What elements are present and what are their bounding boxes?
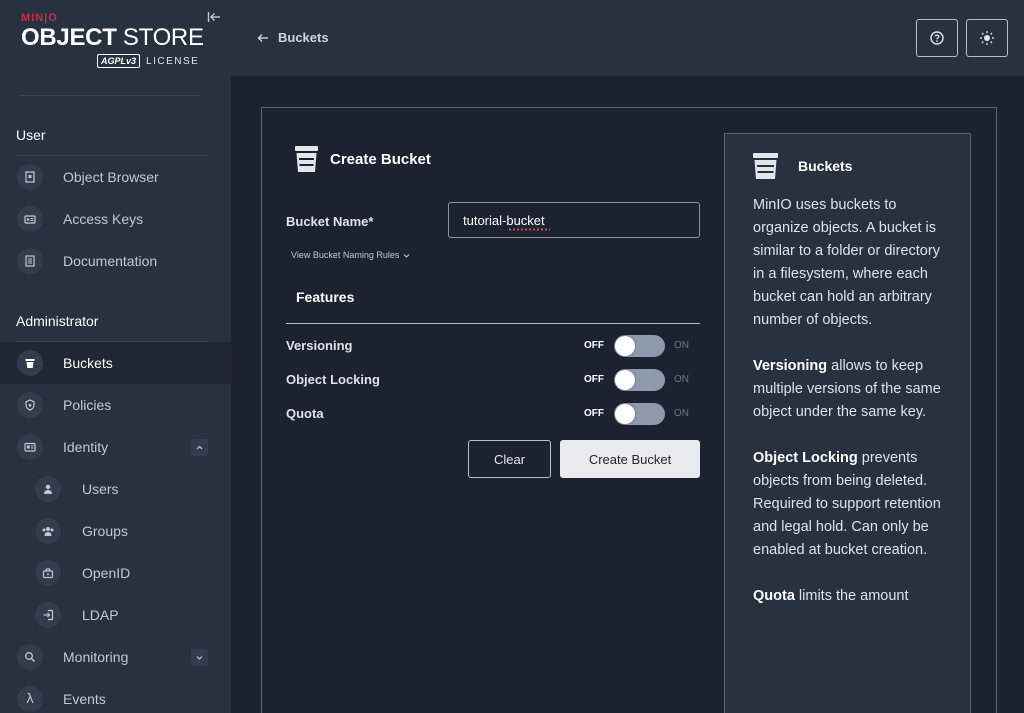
theme-toggle-button[interactable] [966,19,1008,57]
sidebar-item-ldap[interactable]: LDAP [0,594,231,636]
toggle-knob [615,370,635,390]
arrow-left-icon [257,33,268,42]
sidebar-item-label: Access Keys [63,211,144,227]
features-title: Features [296,289,355,305]
sidebar-item-buckets[interactable]: Buckets [0,342,231,384]
sidebar-item-object-browser[interactable]: Object Browser [0,156,231,198]
bucket-name-label: Bucket Name* [286,214,374,229]
sidebar-item-events[interactable]: λ Events [0,678,231,713]
section-user-title: User [16,127,46,143]
sidebar: MIN|O OBJECT STORE AGPLv3 LICENSE User O… [0,0,231,713]
section-admin-title: Administrator [16,313,99,329]
bucket-icon [753,153,778,179]
sidebar-item-openid[interactable]: OpenID [0,552,231,594]
create-bucket-button[interactable]: Create Bucket [560,440,700,478]
features-divider [286,323,700,324]
sidebar-item-access-keys[interactable]: Access Keys [0,198,231,240]
object-locking-label: Object Locking [286,372,380,387]
sidebar-item-label: Groups [82,523,128,539]
sidebar-item-groups[interactable]: Groups [0,510,231,552]
bucket-naming-rules-link[interactable]: View Bucket Naming Rules [291,250,410,260]
quota-row: Quota OFF ON [286,402,700,426]
sun-icon [980,31,994,45]
magnifier-icon [17,644,43,670]
sidebar-item-label: Users [82,481,119,497]
document-icon [17,248,43,274]
help-paragraph: Versioning allows to keep multiple versi… [753,358,941,420]
sidebar-item-label: LDAP [82,607,119,623]
sidebar-item-label: Buckets [63,355,113,371]
shield-icon [17,392,43,418]
back-to-buckets-link[interactable]: Buckets [257,30,329,45]
page-header: Buckets [231,0,1024,76]
toggle-on-label: ON [674,374,689,385]
sidebar-item-monitoring[interactable]: Monitoring [0,636,231,678]
help-paragraph: Quota limits the amount [753,588,909,604]
toggle-off-label: OFF [584,374,604,385]
user-icon [35,476,61,502]
quota-toggle[interactable] [614,403,665,425]
id-card-icon [17,434,43,460]
chevron-down-icon[interactable] [191,648,208,666]
breadcrumb: Buckets [278,30,329,45]
help-title: Buckets [753,153,852,179]
chevron-up-icon[interactable] [191,438,208,456]
collapse-sidebar-icon[interactable] [207,10,221,24]
help-text: MinIO uses buckets to organize objects. … [753,194,953,631]
minio-logo[interactable]: MIN|O OBJECT STORE AGPLv3 LICENSE [21,12,211,68]
sidebar-divider [20,95,201,96]
form-title-text: Create Bucket [330,150,431,168]
versioning-toggle[interactable] [614,335,665,357]
bucket-icon [295,146,318,172]
lambda-icon: λ [17,686,43,712]
logo-product: OBJECT STORE [21,24,204,51]
logo-license: AGPLv3 LICENSE [97,54,199,68]
login-icon [35,602,61,628]
sidebar-item-users[interactable]: Users [0,468,231,510]
agpl-badge: AGPLv3 [97,54,141,68]
quota-label: Quota [286,406,324,421]
question-icon [930,31,944,45]
versioning-row: Versioning OFF ON [286,334,700,358]
help-paragraph: Object Locking prevents objects from bei… [753,450,941,558]
sidebar-item-label: Events [63,691,106,707]
license-label: LICENSE [146,55,200,67]
sidebar-item-label: Documentation [63,253,158,269]
object-locking-row: Object Locking OFF ON [286,368,700,392]
rules-link-text: View Bucket Naming Rules [291,250,400,260]
openid-icon [35,560,61,586]
create-bucket-title: Create Bucket [295,146,431,172]
logo-brand: MIN|O [21,12,58,24]
toggle-on-label: ON [674,340,689,351]
clear-button[interactable]: Clear [468,440,551,478]
sidebar-item-label: Identity [63,439,109,455]
sidebar-item-identity[interactable]: Identity [0,426,231,468]
group-icon [35,518,61,544]
object-browser-icon [17,164,43,190]
toggle-knob [615,404,635,424]
help-title-text: Buckets [798,158,853,174]
toggle-off-label: OFF [584,408,604,419]
spellcheck-underline [508,228,550,231]
toggle-knob [615,336,635,356]
bucket-name-input[interactable] [448,202,700,238]
object-locking-toggle[interactable] [614,369,665,391]
sidebar-item-label: Policies [63,397,112,413]
sidebar-item-policies[interactable]: Policies [0,384,231,426]
toggle-off-label: OFF [584,340,604,351]
sidebar-item-label: Monitoring [63,649,129,665]
sidebar-item-documentation[interactable]: Documentation [0,240,231,282]
bucket-icon [17,350,43,376]
help-button[interactable] [916,19,958,57]
key-icon [17,206,43,232]
toggle-on-label: ON [674,408,689,419]
versioning-label: Versioning [286,338,353,353]
chevron-down-icon [404,253,410,258]
sidebar-item-label: OpenID [82,565,131,581]
help-paragraph: MinIO uses buckets to organize objects. … [753,197,940,328]
sidebar-item-label: Object Browser [63,169,159,185]
